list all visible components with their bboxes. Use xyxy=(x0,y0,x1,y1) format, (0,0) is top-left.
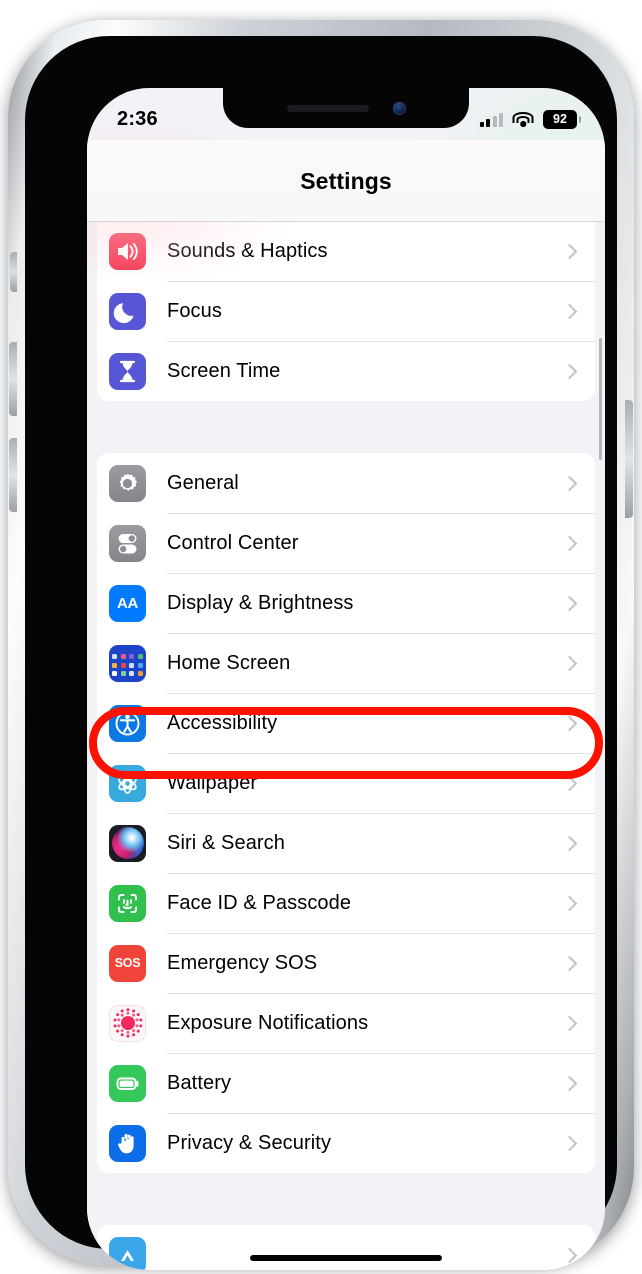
settings-row-siri-search[interactable]: Siri & Search xyxy=(97,813,595,873)
settings-row-control-center[interactable]: Control Center xyxy=(97,513,595,573)
settings-row-home-screen[interactable]: Home Screen xyxy=(97,633,595,693)
chevron-right-icon xyxy=(561,243,578,259)
battery-badge-icon: 92 xyxy=(543,109,581,129)
page-title: Settings xyxy=(300,168,392,194)
phone-bezel: 2:36 92 Settings Sounds & Haptics Focus … xyxy=(25,36,617,1270)
chevron-right-icon xyxy=(561,835,578,851)
settings-row-label: Emergency SOS xyxy=(167,951,318,974)
settings-row-general[interactable]: General xyxy=(97,453,595,513)
siri-orb-icon xyxy=(109,824,146,862)
chevron-right-icon xyxy=(561,775,578,791)
navigation-bar: Settings xyxy=(87,140,605,222)
settings-row-display-brightness[interactable]: AA Display & Brightness xyxy=(97,573,595,633)
settings-group-notifications: Sounds & Haptics Focus Screen Time xyxy=(97,222,595,401)
chevron-right-icon xyxy=(561,363,578,379)
accessibility-person-icon xyxy=(109,704,146,742)
settings-row-label: Accessibility xyxy=(167,711,278,734)
chevron-right-icon xyxy=(561,1247,578,1263)
chevron-right-icon xyxy=(561,1135,578,1151)
toggles-icon xyxy=(109,524,146,562)
settings-row-focus[interactable]: Focus xyxy=(97,281,595,341)
cellular-signal-icon xyxy=(479,112,503,127)
phone-frame: 2:36 92 Settings Sounds & Haptics Focus … xyxy=(8,20,634,1270)
sos-icon: SOS xyxy=(109,944,146,982)
power-button[interactable] xyxy=(625,400,633,518)
settings-row-label: Exposure Notifications xyxy=(167,1011,369,1034)
settings-row-label: Privacy & Security xyxy=(167,1131,332,1154)
settings-group-system: General Control Center AA Display & Brig… xyxy=(97,453,595,1173)
chevron-right-icon xyxy=(561,895,578,911)
earpiece-speaker-icon xyxy=(286,104,369,112)
face-id-icon xyxy=(109,884,146,922)
crescent-moon-icon xyxy=(109,292,146,330)
hand-raised-icon xyxy=(109,1124,146,1162)
scroll-indicator[interactable] xyxy=(598,338,602,460)
settings-row-label: Sounds & Haptics xyxy=(167,239,328,262)
app-grid-icon xyxy=(109,644,146,682)
chevron-right-icon xyxy=(561,1075,578,1091)
settings-row-privacy-security[interactable]: Privacy & Security xyxy=(97,1113,595,1173)
chevron-right-icon xyxy=(561,955,578,971)
settings-row-accessibility[interactable]: Accessibility xyxy=(97,693,595,753)
settings-row-battery[interactable]: Battery xyxy=(97,1053,595,1113)
settings-row-emergency-sos[interactable]: SOS Emergency SOS xyxy=(97,933,595,993)
settings-list[interactable]: Sounds & Haptics Focus Screen Time Gener… xyxy=(87,222,605,1270)
settings-row-label: Face ID & Passcode xyxy=(167,891,352,914)
speaker-waves-icon xyxy=(109,232,146,270)
settings-row-label: Battery xyxy=(167,1071,232,1094)
settings-row-label: Wallpaper xyxy=(167,771,258,794)
flower-icon xyxy=(109,764,146,802)
battery-icon xyxy=(109,1064,146,1102)
settings-row-label: Siri & Search xyxy=(167,831,286,854)
settings-row-label: Control Center xyxy=(167,531,299,554)
status-time: 2:36 xyxy=(117,107,158,130)
volume-down-button[interactable] xyxy=(9,438,17,512)
settings-row-label: General xyxy=(167,471,239,494)
settings-row-sounds-haptics[interactable]: Sounds & Haptics xyxy=(97,222,595,281)
silence-switch[interactable] xyxy=(10,252,17,292)
front-camera-icon xyxy=(392,101,406,115)
settings-row-label: Focus xyxy=(167,299,222,322)
wifi-icon xyxy=(512,111,534,127)
settings-row-label: Screen Time xyxy=(167,359,281,382)
settings-group-apps xyxy=(97,1225,595,1270)
app-store-icon xyxy=(109,1236,146,1270)
chevron-right-icon xyxy=(561,595,578,611)
settings-row-face-id-passcode[interactable]: Face ID & Passcode xyxy=(97,873,595,933)
volume-up-button[interactable] xyxy=(9,342,17,416)
aa-text-size-icon: AA xyxy=(109,584,146,622)
settings-row-label: Display & Brightness xyxy=(167,591,354,614)
settings-row-label: Home Screen xyxy=(167,651,291,674)
hourglass-icon xyxy=(109,352,146,390)
chevron-right-icon xyxy=(561,1015,578,1031)
status-indicators: 92 xyxy=(479,109,581,129)
settings-row-wallpaper[interactable]: Wallpaper xyxy=(97,753,595,813)
home-indicator[interactable] xyxy=(250,1255,442,1261)
chevron-right-icon xyxy=(561,715,578,731)
exposure-dots-icon xyxy=(109,1004,146,1042)
settings-row-screen-time[interactable]: Screen Time xyxy=(97,341,595,401)
chevron-right-icon xyxy=(561,475,578,491)
chevron-right-icon xyxy=(561,535,578,551)
settings-row-exposure-notifications[interactable]: Exposure Notifications xyxy=(97,993,595,1053)
device-notch xyxy=(223,88,469,128)
phone-screen: 2:36 92 Settings Sounds & Haptics Focus … xyxy=(87,88,605,1270)
settings-row-app-store[interactable] xyxy=(97,1225,595,1270)
chevron-right-icon xyxy=(561,655,578,671)
chevron-right-icon xyxy=(561,303,578,319)
gear-icon xyxy=(109,464,146,502)
